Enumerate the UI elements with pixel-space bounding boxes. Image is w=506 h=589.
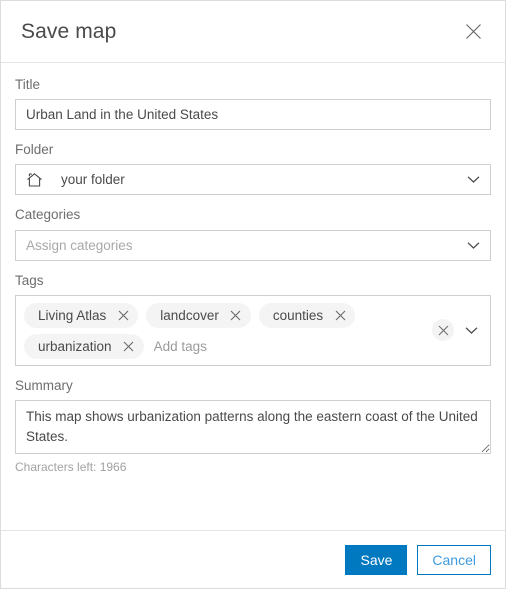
tag-chip: urbanization [24,333,144,359]
characters-left-text: Characters left: 1966 [15,459,127,474]
chevron-down-icon [467,175,480,184]
home-icon [26,172,43,188]
summary-label: Summary [15,377,73,393]
folder-select[interactable]: your folder [15,164,491,196]
dialog-footer: Save Cancel [1,530,505,588]
categories-field-group: Categories Assign categories [15,207,491,261]
summary-textarea[interactable] [15,399,491,454]
tag-chip-label: urbanization [38,338,112,354]
save-button[interactable]: Save [345,544,408,575]
tag-chip-label: Living Atlas [38,307,107,323]
dialog-header: Save map [1,1,505,63]
chevron-down-icon [467,241,480,250]
title-label: Title [15,77,41,92]
categories-placeholder: Assign categories [26,237,133,253]
folder-field-group: Folder your folder [15,142,491,196]
clear-tags-button[interactable] [432,319,454,342]
cancel-button[interactable]: Cancel [417,544,491,575]
categories-select[interactable]: Assign categories [15,229,491,261]
tag-chip: Living Atlas [24,302,139,328]
tag-chip-label: landcover [160,307,219,323]
categories-label: Categories [15,207,81,223]
folder-value: your folder [61,172,125,188]
tag-chip-label: counties [272,307,324,323]
title-input[interactable] [15,99,491,131]
tags-list: Living Atlas landcover counties urbanizatio… [16,296,428,365]
dialog-body: Title Folder your folder [1,63,505,530]
remove-tag-icon[interactable] [332,307,348,323]
chevron-down-icon[interactable] [462,321,480,339]
tags-input-container[interactable]: Living Atlas landcover counties urbanizatio… [15,294,491,366]
tag-chip: landcover [146,302,251,328]
tags-label: Tags [15,272,44,288]
add-tags-input[interactable] [151,333,276,359]
tags-actions [428,296,490,365]
tags-field-group: Tags Living Atlas landcover counties urbani… [15,273,491,366]
folder-label: Folder [15,142,54,158]
remove-tag-icon[interactable] [228,307,244,323]
tag-chip: counties [258,302,356,328]
close-icon[interactable] [459,18,487,46]
save-map-dialog: Save map Title Folder your fol [0,0,506,589]
title-field-group: Title [15,77,491,131]
page-title: Save map [21,20,117,43]
remove-tag-icon[interactable] [115,307,131,323]
remove-tag-icon[interactable] [121,338,137,354]
summary-field-group: Summary Characters left: 1966 [15,378,491,475]
